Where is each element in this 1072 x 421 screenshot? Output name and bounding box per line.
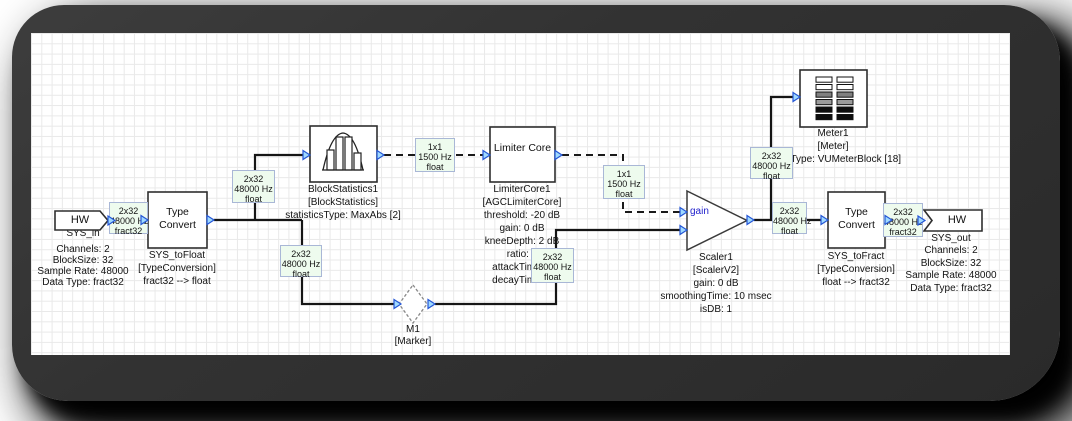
diagram-canvas[interactable]: SYS_in Channels: 2 BlockSize: 32 Sample … — [31, 33, 1010, 355]
output-pin-limiter-core[interactable] — [554, 149, 564, 161]
input-pin-limiter-core[interactable] — [482, 149, 492, 161]
input-pin-block-statistics[interactable] — [302, 149, 312, 161]
sys-in-block-label: HW — [70, 214, 90, 226]
input-pin-meter[interactable] — [792, 91, 802, 103]
gain-pin-scaler[interactable] — [679, 206, 689, 218]
input-pin-sys-to-fract[interactable] — [820, 214, 830, 226]
sys-to-float-block-label: Type Convert — [159, 206, 196, 231]
input-pin-marker[interactable] — [393, 298, 403, 310]
output-pin-scaler[interactable] — [746, 214, 756, 226]
output-pin-sys-in[interactable] — [107, 214, 117, 227]
output-pin-sys-to-float[interactable] — [206, 214, 216, 226]
sys-to-fract-block-label: Type Convert — [838, 206, 875, 231]
input-pin-sys-to-float[interactable] — [140, 214, 150, 226]
output-pin-marker[interactable] — [427, 298, 437, 310]
limiter-core-block-label: Limiter Core — [493, 142, 552, 154]
window-frame: SYS_in Channels: 2 BlockSize: 32 Sample … — [12, 5, 1060, 401]
sys-out-block-label: HW — [947, 214, 967, 226]
input-pin-scaler[interactable] — [679, 224, 689, 236]
output-pin-sys-to-fract[interactable] — [884, 214, 894, 226]
scaler-gain-pin-label: gain — [690, 206, 709, 217]
pins-layer — [107, 91, 927, 310]
output-pin-block-statistics[interactable] — [376, 149, 386, 161]
input-pin-sys-out[interactable] — [917, 214, 927, 227]
